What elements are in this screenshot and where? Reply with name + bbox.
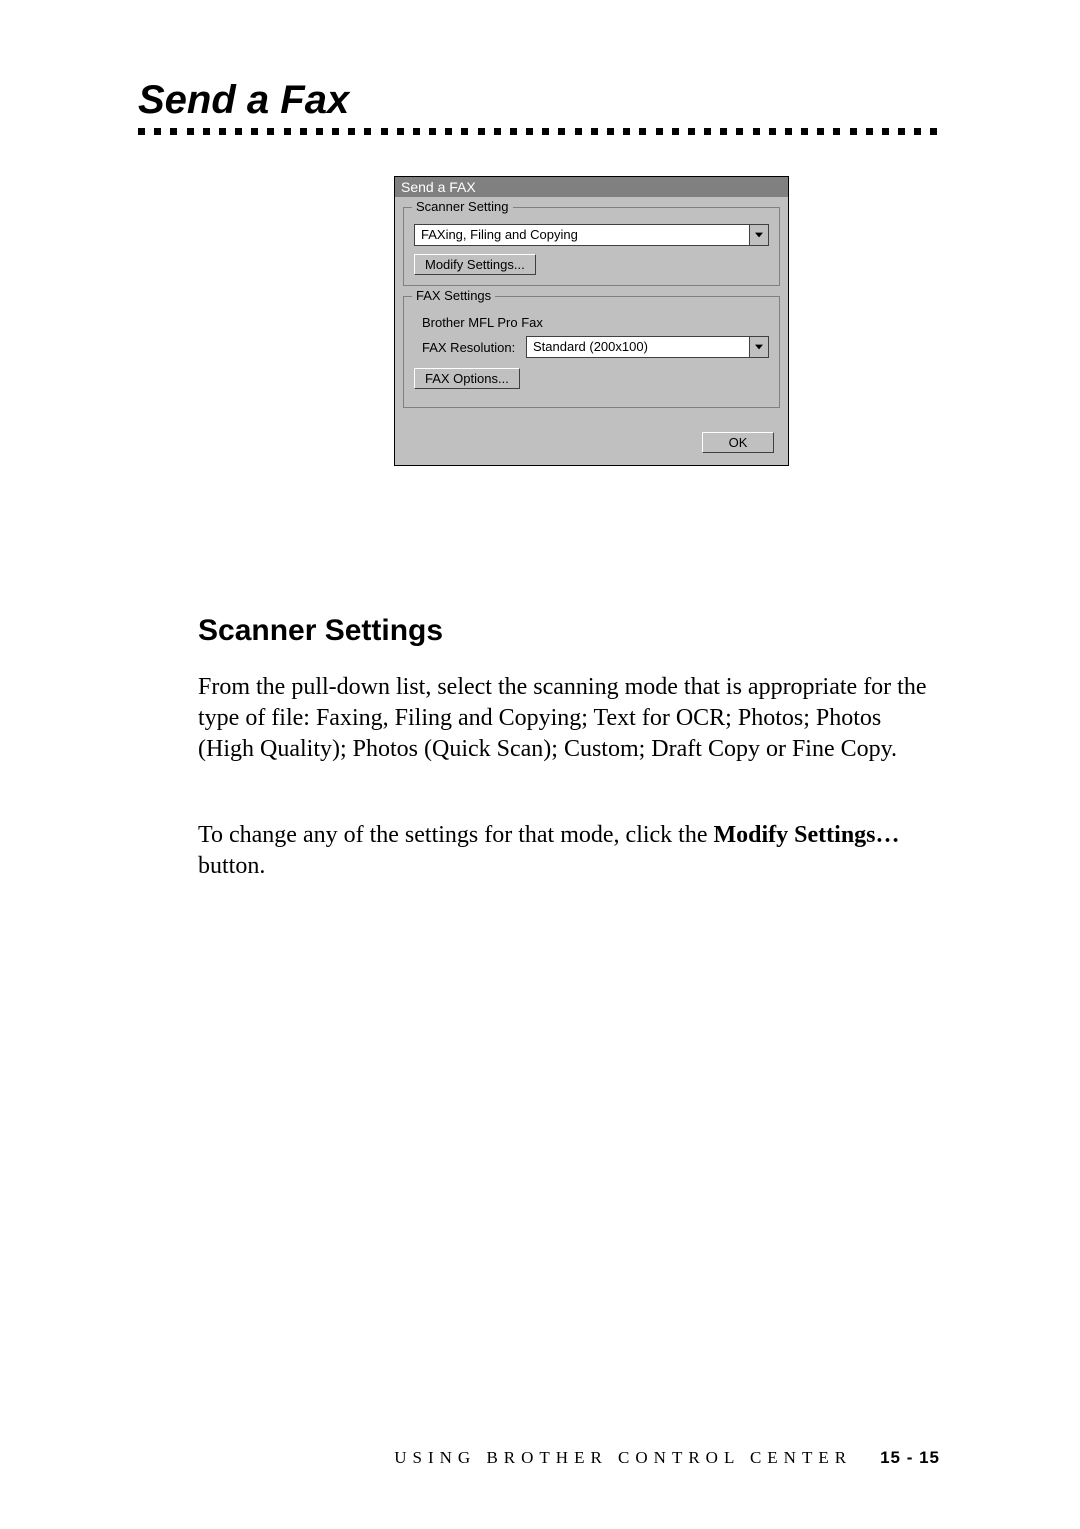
ok-button[interactable]: OK [702,432,774,453]
fax-brand-label: Brother MFL Pro Fax [422,315,769,330]
chevron-down-icon[interactable] [749,224,769,246]
para2-bold: Modify Settings… [714,822,900,848]
fax-settings-legend: FAX Settings [412,288,495,303]
footer-page-number: 15 - 15 [880,1448,940,1467]
page-footer: USING BROTHER CONTROL CENTER 15 - 15 [0,1448,1080,1468]
chevron-down-icon[interactable] [749,336,769,358]
scanner-settings-heading: Scanner Settings [198,614,443,648]
scanner-setting-legend: Scanner Setting [412,199,513,214]
body-paragraph-1: From the pull-down list, select the scan… [198,672,938,765]
body-paragraph-2: To change any of the settings for that m… [198,820,938,882]
fax-resolution-value: Standard (200x100) [526,336,749,358]
fax-resolution-row: FAX Resolution: Standard (200x100) [422,336,769,358]
dialog-button-row: OK [395,414,788,465]
divider-dots [138,128,938,138]
footer-text: USING BROTHER CONTROL CENTER [394,1448,852,1467]
scan-mode-value: FAXing, Filing and Copying [414,224,749,246]
scanner-setting-group: Scanner Setting FAXing, Filing and Copyi… [403,207,780,286]
dialog-titlebar: Send a FAX [395,177,788,197]
page: Send a Fax Send a FAX Scanner Setting FA… [0,0,1080,1529]
send-fax-dialog: Send a FAX Scanner Setting FAXing, Filin… [394,176,789,466]
para2-part-c: button. [198,853,265,879]
modify-settings-button[interactable]: Modify Settings... [414,254,536,275]
fax-resolution-label: FAX Resolution: [422,340,526,355]
fax-settings-group: FAX Settings Brother MFL Pro Fax FAX Res… [403,296,780,408]
para2-part-a: To change any of the settings for that m… [198,822,714,848]
scan-mode-dropdown[interactable]: FAXing, Filing and Copying [414,224,769,246]
fax-resolution-dropdown[interactable]: Standard (200x100) [526,336,769,358]
section-heading: Send a Fax [138,78,349,123]
fax-options-button[interactable]: FAX Options... [414,368,520,389]
